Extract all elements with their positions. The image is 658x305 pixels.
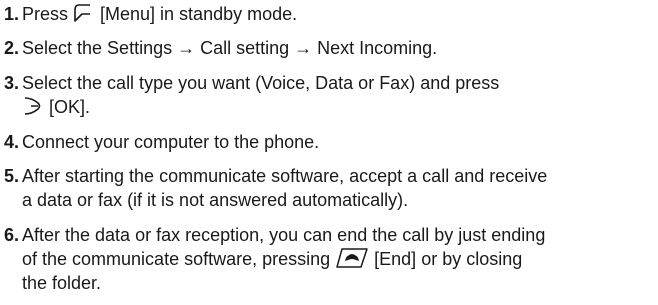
- step-line: a data or fax (if it is not answered aut…: [22, 190, 409, 210]
- step-line: Select the Settings → Call setting → Nex…: [22, 38, 438, 58]
- step-line: Connect your computer to the phone.: [22, 132, 320, 152]
- ok-softkey-icon: [22, 95, 44, 117]
- step-text: After the data or fax reception, you can…: [22, 223, 652, 295]
- step-line: the folder.: [22, 273, 102, 293]
- step-number: 6.: [4, 225, 20, 245]
- step-line: After starting the communicate software,…: [22, 166, 548, 186]
- step-text: After starting the communicate software,…: [22, 164, 652, 212]
- step-line: Select the call type you want (Voice, Da…: [22, 73, 500, 93]
- step-line: of the communicate software, pressing [E…: [22, 247, 523, 269]
- step-number: 3.: [4, 73, 20, 93]
- step-line: [OK].: [22, 95, 652, 119]
- step-text: Press [Menu] in standby mode.: [22, 2, 652, 26]
- step-number: 2.: [4, 38, 20, 58]
- step-number: 5.: [4, 166, 20, 186]
- step-number: 4.: [4, 132, 20, 152]
- end-key-icon: [335, 247, 369, 269]
- step-text: Select the Settings → Call setting → Nex…: [22, 36, 652, 60]
- step-line: Press [Menu] in standby mode.: [22, 2, 298, 24]
- step-number: 1.: [4, 4, 20, 24]
- step-text: Select the call type you want (Voice, Da…: [22, 71, 652, 119]
- menu-softkey-icon: [73, 2, 95, 24]
- step-text: Connect your computer to the phone.: [22, 130, 652, 154]
- step-line: After the data or fax reception, you can…: [22, 225, 546, 245]
